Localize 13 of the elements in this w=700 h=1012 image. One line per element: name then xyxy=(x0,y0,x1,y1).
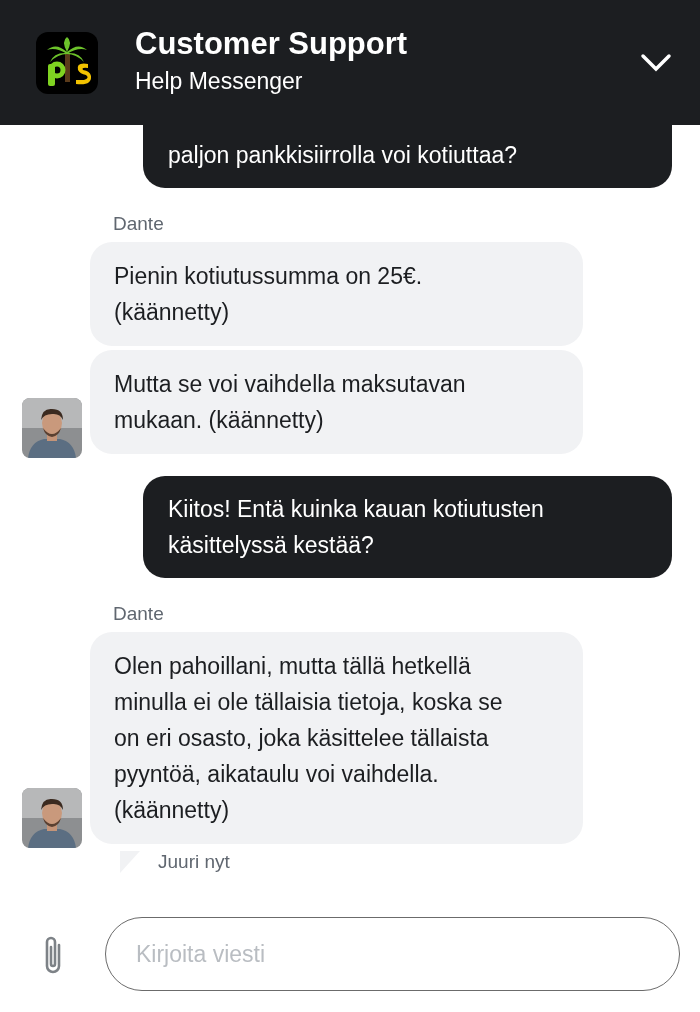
message-bubble: Pienin kotiutussumma on 25€. (käännetty) xyxy=(90,242,583,346)
message-input[interactable]: Kirjoita viesti xyxy=(105,917,680,991)
chat-subtitle: Help Messenger xyxy=(135,68,304,95)
message-time: Juuri nyt xyxy=(158,850,230,874)
logo-icon xyxy=(36,31,98,94)
sender-name: Dante xyxy=(113,212,165,236)
message-bubble: paljon pankkisiirrolla voi kotiuttaa? xyxy=(143,125,672,188)
message-bubble: Mutta se voi vaihdella maksutavan mukaan. (käännetty) xyxy=(90,350,583,454)
sender-name: Dante xyxy=(113,602,165,626)
message-bubble: Olen pahoillani, mutta tällä hetkellä minulla ei ole tällaisia tietoja, koska se on eri osasto, joka käsittelee tällaista pyyntöä, aikataulu voi vaihdella. (käännetty) xyxy=(90,632,583,844)
chat-title: Customer Support xyxy=(135,26,409,62)
message-bubble: Kiitos! Entä kuinka kauan kotiutusten käsittelyssä kestää? xyxy=(143,476,672,578)
chevron-down-icon[interactable] xyxy=(640,52,672,73)
